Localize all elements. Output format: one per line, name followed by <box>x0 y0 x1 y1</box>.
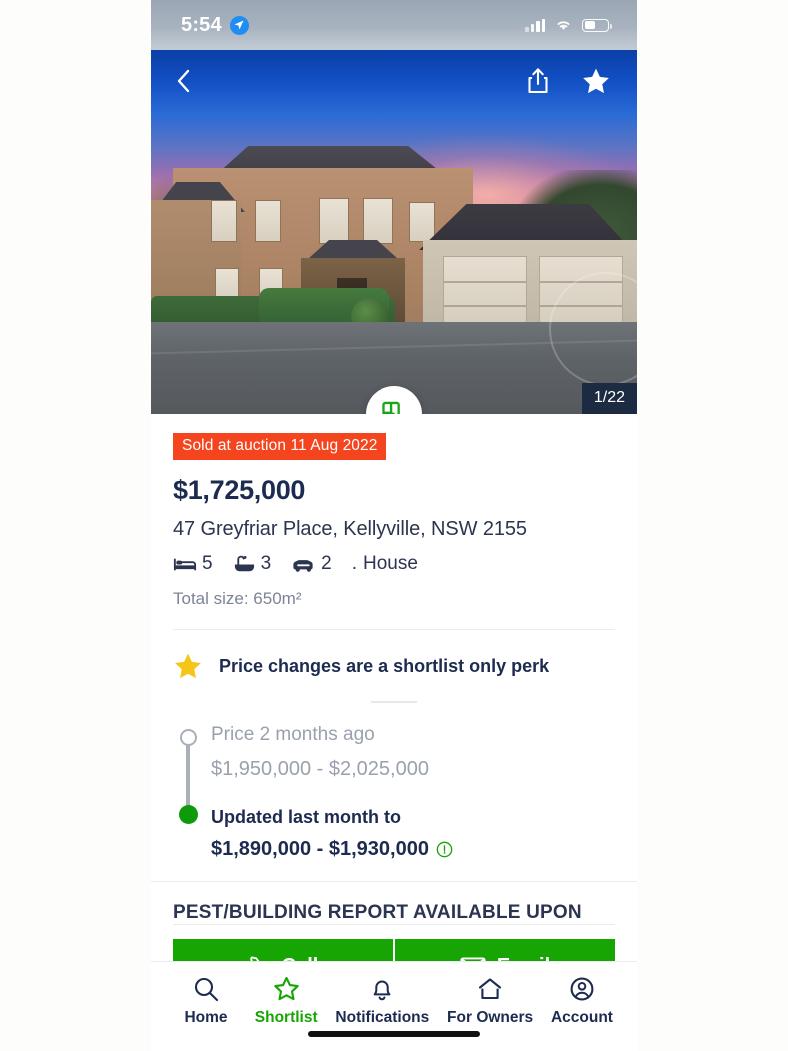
garage-door <box>443 256 527 330</box>
phone-screen: 5:54 1/22 Sold at auction 11 Aug 2022 $1… <box>151 0 637 1051</box>
feature-parking: 2 <box>291 553 332 575</box>
info-circle-icon[interactable] <box>436 841 453 858</box>
current-price-value: $1,890,000 - $1,930,000 <box>211 837 429 860</box>
timeline-body: Price 2 months ago $1,950,000 - $2,025,0… <box>211 724 615 861</box>
report-heading: PEST/BUILDING REPORT AVAILABLE UPON <box>173 901 582 923</box>
feature-parking-value: 2 <box>321 553 332 574</box>
cellular-signal-icon <box>525 18 545 32</box>
previous-price-value: $1,950,000 - $2,025,000 <box>211 757 429 780</box>
window <box>211 200 237 242</box>
window <box>409 202 435 242</box>
search-icon <box>194 977 219 1002</box>
listing-content: Sold at auction 11 Aug 2022 $1,725,000 4… <box>151 414 637 995</box>
location-arrow-icon <box>229 15 249 35</box>
star-outline-icon <box>273 976 299 1001</box>
current-price-label: Updated last month to <box>211 806 401 827</box>
status-bar-right <box>525 18 612 32</box>
person-circle-icon <box>570 977 594 1001</box>
tab-notifications[interactable]: Notifications <box>335 976 429 1027</box>
listing-address: 47 Greyfriar Place, Kellyville, NSW 2155 <box>173 518 527 540</box>
listing-price: $1,725,000 <box>173 475 306 505</box>
timeline-marker-previous <box>180 729 197 746</box>
tab-home-label: Home <box>184 1009 228 1026</box>
back-button[interactable] <box>173 68 195 94</box>
house-icon <box>479 978 502 1000</box>
perk-text: Price changes are a shortlist only perk <box>219 656 550 676</box>
window <box>255 200 281 242</box>
screenshot-canvas: 5:54 1/22 Sold at auction 11 Aug 2022 $1… <box>0 0 788 1051</box>
property-features: 5 3 2 . House <box>173 553 615 575</box>
tab-for-owners-label: For Owners <box>447 1009 534 1026</box>
floorplan-icon <box>382 401 400 414</box>
home-indicator <box>308 1031 480 1037</box>
feature-separator: . <box>351 553 358 574</box>
status-bar-left: 5:54 <box>181 14 249 37</box>
bed-icon <box>173 558 197 571</box>
previous-price-label: Price 2 months ago <box>211 724 375 745</box>
tab-account-label: Account <box>550 1009 613 1026</box>
current-price-value-row: $1,890,000 - $1,930,000 <box>211 838 615 861</box>
star-filled-icon <box>583 68 609 93</box>
listing-summary: Sold at auction 11 Aug 2022 $1,725,000 4… <box>151 414 637 630</box>
bath-icon <box>234 555 254 572</box>
timeline-rail <box>173 725 211 861</box>
timeline-marker-current <box>179 805 198 824</box>
shortlist-perk-banner: Price changes are a shortlist only perk <box>151 630 637 681</box>
price-history-timeline: Price 2 months ago $1,950,000 - $2,025,0… <box>151 703 637 861</box>
battery-icon <box>582 18 612 32</box>
feature-bathrooms-value: 3 <box>260 553 272 574</box>
bottom-tab-bar: Home Shortlist Notifications For Owners … <box>151 961 637 1051</box>
share-icon <box>528 68 548 94</box>
photo-counter: 1/22 <box>581 383 637 414</box>
photo-toolbar <box>151 50 637 112</box>
feature-bedrooms: 5 <box>173 553 213 575</box>
status-bar: 5:54 <box>151 0 637 50</box>
tab-shortlist[interactable]: Shortlist <box>255 976 318 1027</box>
photo-actions <box>525 66 611 96</box>
tab-account[interactable]: Account <box>551 976 613 1027</box>
favourite-button[interactable] <box>581 67 611 96</box>
total-size: Total size: 650m² <box>173 589 302 608</box>
feature-bedrooms-value: 5 <box>202 553 213 574</box>
status-bar-time: 5:54 <box>181 13 222 36</box>
wifi-icon <box>557 21 570 30</box>
window <box>319 198 349 244</box>
share-button[interactable] <box>525 66 551 96</box>
property-type: House <box>363 553 418 574</box>
status-badge: Sold at auction 11 Aug 2022 <box>173 433 387 460</box>
feature-bathrooms: 3 <box>233 553 272 575</box>
timeline-line <box>186 739 190 811</box>
property-photo[interactable]: 1/22 <box>151 50 637 414</box>
bell-icon <box>373 980 391 1001</box>
tab-for-owners[interactable]: For Owners <box>447 976 533 1027</box>
car-icon <box>293 559 313 572</box>
tab-shortlist-label: Shortlist <box>254 1009 318 1026</box>
chevron-left-icon <box>177 69 190 93</box>
tab-home[interactable]: Home <box>175 976 237 1027</box>
tab-notifications-label: Notifications <box>335 1009 430 1026</box>
star-filled-icon <box>175 653 201 679</box>
window <box>363 198 393 244</box>
tab-list: Home Shortlist Notifications For Owners … <box>161 976 627 1027</box>
